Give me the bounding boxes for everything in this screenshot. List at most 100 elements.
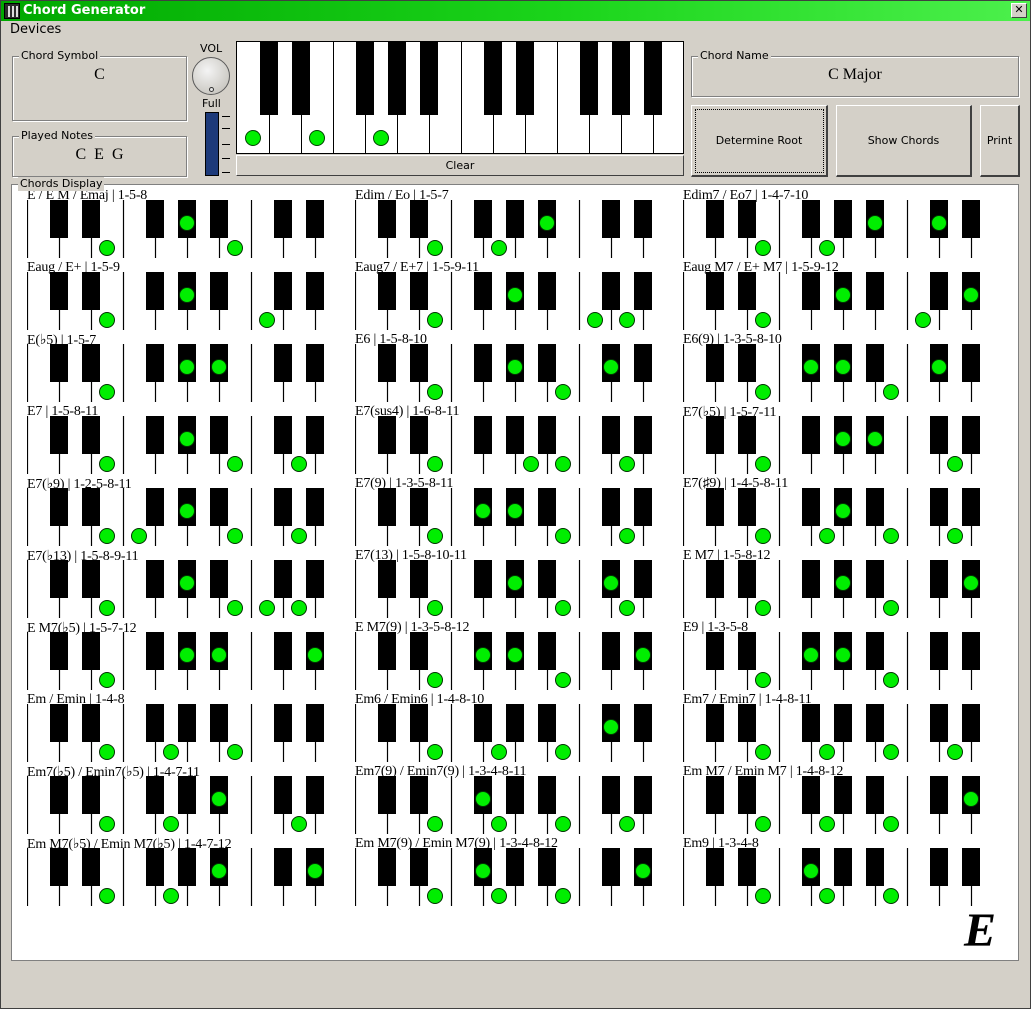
chord-note-dot [427,240,443,256]
diagram-black-key [706,632,724,670]
black-key[interactable] [644,42,662,115]
white-key-divider [557,42,558,153]
chord-card[interactable]: E(♭5) | 1-5-7 [27,330,355,402]
chord-card[interactable]: Edim7 / Eo7 | 1-4-7-10 [683,186,1011,258]
black-key[interactable] [516,42,534,115]
close-button[interactable]: ✕ [1011,3,1027,18]
chord-card[interactable]: Eaug / E+ | 1-5-9 [27,258,355,330]
chord-note-dot [619,816,635,832]
chord-card[interactable]: E7(♭13) | 1-5-8-9-11 [27,546,355,618]
chord-note-dot [291,816,307,832]
chord-card[interactable]: Em M7 / Emin M7 | 1-4-8-12 [683,762,1011,834]
diagram-black-key [866,272,884,310]
diagram-black-key [274,848,292,886]
menu-devices[interactable]: Devices [10,22,61,37]
chord-card[interactable]: E6(9) | 1-3-5-8-10 [683,330,1011,402]
diagram-black-key [82,848,100,886]
black-key[interactable] [420,42,438,115]
determine-root-button[interactable]: Determine Root [691,105,828,177]
volume-knob[interactable] [192,57,230,95]
diagram-black-key [210,416,228,454]
chord-note-dot [755,600,771,616]
menu-bar: Devices [1,21,1030,39]
chord-note-dot [947,744,963,760]
diagram-black-key [146,488,164,526]
chord-card[interactable]: E7 | 1-5-8-11 [27,402,355,474]
chord-note-dot [307,647,323,663]
diagram-black-key [410,776,428,814]
volume-label: VOL [200,42,223,55]
chord-card[interactable]: E7(♭5) | 1-5-7-11 [683,402,1011,474]
chord-card[interactable]: E7(♯9) | 1-4-5-8-11 [683,474,1011,546]
black-key[interactable] [292,42,310,115]
chord-note-dot [427,384,443,400]
chord-card[interactable]: Em / Emin | 1-4-8 [27,690,355,762]
chord-card[interactable]: E7(9) | 1-3-5-8-11 [355,474,683,546]
chord-note-dot [99,744,115,760]
chord-card[interactable]: E6 | 1-5-8-10 [355,330,683,402]
chord-card[interactable]: Em M7(♭5) / Emin M7(♭5) | 1-4-7-12 [27,834,355,906]
piano-keyboard[interactable] [236,41,684,154]
black-key[interactable] [484,42,502,115]
chord-note-dot [427,888,443,904]
diagram-black-key [538,632,556,670]
chord-note-dot [507,359,523,375]
chord-note-dot [99,312,115,328]
diagram-black-key [538,776,556,814]
chord-keyboard-diagram [683,200,980,258]
diagram-black-key [738,344,756,382]
black-key[interactable] [260,42,278,115]
chord-note-dot [883,744,899,760]
pressed-note-indicator [373,130,389,146]
chord-card[interactable]: Em M7(9) / Emin M7(9) | 1-3-4-8-12 [355,834,683,906]
chord-card[interactable]: E M7 | 1-5-8-12 [683,546,1011,618]
chord-card[interactable]: E7(13) | 1-5-8-10-11 [355,546,683,618]
diagram-black-key [802,272,820,310]
diagram-black-key [802,200,820,238]
chord-card[interactable]: Em7(9) / Emin7(9) | 1-3-4-8-11 [355,762,683,834]
diagram-black-key [474,704,492,742]
diagram-black-key [50,704,68,742]
black-key[interactable] [580,42,598,115]
chord-card[interactable]: Eaug7 / E+7 | 1-5-9-11 [355,258,683,330]
chord-note-dot [163,744,179,760]
diagram-black-key [82,776,100,814]
clear-button[interactable]: Clear [236,155,684,176]
show-chords-button[interactable]: Show Chords [836,105,972,177]
volume-slider[interactable] [205,112,219,176]
chord-note-dot [211,863,227,879]
diagram-black-key [866,776,884,814]
diagram-black-key [82,416,100,454]
diagram-black-key [146,272,164,310]
chord-card[interactable]: Eaug M7 / E+ M7 | 1-5-9-12 [683,258,1011,330]
chord-note-dot [523,456,539,472]
diagram-black-key [306,704,324,742]
diagram-black-key [274,200,292,238]
chord-card[interactable]: Em9 | 1-3-4-8 [683,834,1011,906]
chord-card[interactable]: E / E M / Emaj | 1-5-8 [27,186,355,258]
chord-note-dot [179,575,195,591]
diagram-black-key [802,704,820,742]
chord-note-dot [947,528,963,544]
chord-note-dot [619,312,635,328]
chord-card[interactable]: E7(sus4) | 1-6-8-11 [355,402,683,474]
diagram-black-key [738,272,756,310]
chord-card[interactable]: Edim / Eo | 1-5-7 [355,186,683,258]
black-key[interactable] [388,42,406,115]
chord-keyboard-diagram [683,632,980,690]
chord-card[interactable]: Em7(♭5) / Emin7(♭5) | 1-4-7-11 [27,762,355,834]
black-key[interactable] [356,42,374,115]
black-key[interactable] [612,42,630,115]
chord-note-dot [211,647,227,663]
diagram-black-key [634,344,652,382]
chord-card[interactable]: E9 | 1-3-5-8 [683,618,1011,690]
title-bar[interactable]: Chord Generator ✕ [1,1,1030,21]
print-button[interactable]: Print [980,105,1020,177]
chord-card[interactable]: E M7(9) | 1-3-5-8-12 [355,618,683,690]
chord-keyboard-diagram [355,488,652,546]
chord-card[interactable]: E7(♭9) | 1-2-5-8-11 [27,474,355,546]
chord-card[interactable]: Em7 / Emin7 | 1-4-8-11 [683,690,1011,762]
chord-card[interactable]: Em6 / Emin6 | 1-4-8-10 [355,690,683,762]
chord-card[interactable]: E M7(♭5) | 1-5-7-12 [27,618,355,690]
chords-display-legend: Chords Display [18,177,105,191]
